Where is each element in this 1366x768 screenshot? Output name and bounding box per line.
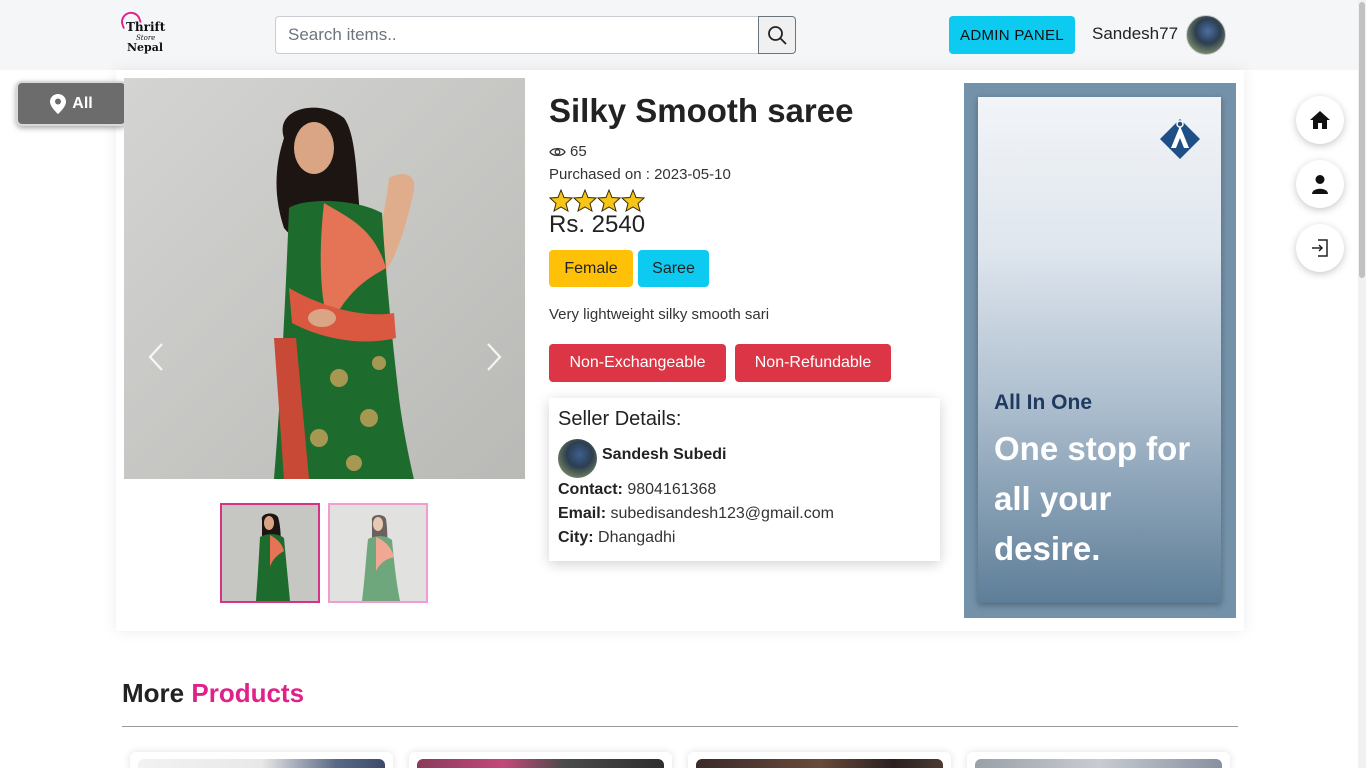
section-divider [122,726,1238,727]
seller-contact-label: Contact: [558,481,623,498]
seller-email-label: Email: [558,505,607,522]
product-thumbnail-2[interactable] [328,503,428,603]
product-card-preview[interactable] [409,752,672,768]
product-title: Silky Smooth saree [549,92,854,129]
search-bar [275,16,796,54]
gender-badge[interactable]: Female [549,250,633,287]
scrollbar-thumb[interactable] [1359,2,1365,278]
star-icon [573,189,597,212]
seller-name[interactable]: Sandesh Subedi [602,446,726,464]
product-preview-image [138,759,385,768]
location-filter-label: All [72,94,93,112]
username-label[interactable]: Sandesh77 [1092,24,1178,44]
product-main-image[interactable] [124,78,525,479]
product-description: Very lightweight silky smooth sari [549,306,770,323]
search-button[interactable] [758,16,796,54]
eye-icon [549,147,566,156]
search-icon [768,26,787,45]
product-card-preview[interactable] [688,752,951,768]
seller-avatar[interactable] [558,439,597,478]
product-preview-image [417,759,664,768]
seller-city-label: City: [558,529,594,546]
product-thumbnail-1[interactable] [220,503,320,603]
star-icon [621,189,645,212]
seller-email-value: subedisandesh123@gmail.com [610,505,834,522]
seller-details-heading: Seller Details: [558,408,682,430]
more-products-heading: More Products [122,678,304,709]
logout-button[interactable] [1296,224,1344,272]
seller-email: Email: subedisandesh123@gmail.com [558,505,834,523]
user-avatar[interactable] [1186,15,1226,55]
view-count: 65 [549,143,587,160]
brand-logo-icon [1160,119,1200,159]
top-navbar: Thrift Store Nepal ADMIN PANEL Sandesh77 [0,0,1358,70]
non-exchangeable-badge: Non-Exchangeable [549,344,726,382]
location-filter-button[interactable]: All [16,81,127,126]
more-products-heading-plain: More [122,678,185,708]
saree-photo [124,78,525,479]
logo-text-nepal: Nepal [127,41,164,54]
profile-button[interactable] [1296,160,1344,208]
seller-contact: Contact: 9804161368 [558,481,716,499]
ad-slogan: One stop for all your desire. [994,430,1191,567]
non-refundable-badge: Non-Refundable [735,344,891,382]
home-button[interactable] [1296,96,1344,144]
thumbnail-image [330,505,426,601]
admin-panel-button[interactable]: ADMIN PANEL [949,16,1075,54]
more-products-heading-accent: Products [191,678,305,708]
advertisement-banner[interactable]: All In One One stop for all your desire. [964,83,1236,618]
carousel-next-icon[interactable] [484,342,504,372]
site-logo[interactable]: Thrift Store Nepal [118,9,166,56]
page-scrollbar[interactable] [1358,0,1366,768]
carousel-prev-icon[interactable] [146,342,166,372]
user-icon [1312,175,1328,194]
home-icon [1310,111,1330,129]
product-preview-image [975,759,1222,768]
rating-stars [549,189,645,212]
thumbnail-image [222,505,318,601]
star-icon [597,189,621,212]
product-card-preview[interactable] [130,752,393,768]
ad-brand-name: All In One [994,391,1093,414]
product-price: Rs. 2540 [549,211,646,238]
product-card-preview[interactable] [967,752,1230,768]
seller-contact-value: 9804161368 [627,481,717,498]
location-pin-icon [50,93,67,114]
seller-city-value: Dhangadhi [598,529,676,546]
logout-icon [1312,239,1328,257]
product-preview-image [696,759,943,768]
category-badge[interactable]: Saree [638,250,709,287]
star-icon [549,189,573,212]
ad-panel: All In One One stop for all your desire. [978,97,1221,603]
search-input[interactable] [275,16,759,54]
seller-city: City: Dhangadhi [558,529,675,547]
view-count-value: 65 [570,143,587,160]
logo-text-thrift: Thrift [126,20,166,34]
seller-details-card: Seller Details: Sandesh Subedi Contact: … [549,398,940,561]
purchase-date: Purchased on : 2023-05-10 [549,166,731,183]
